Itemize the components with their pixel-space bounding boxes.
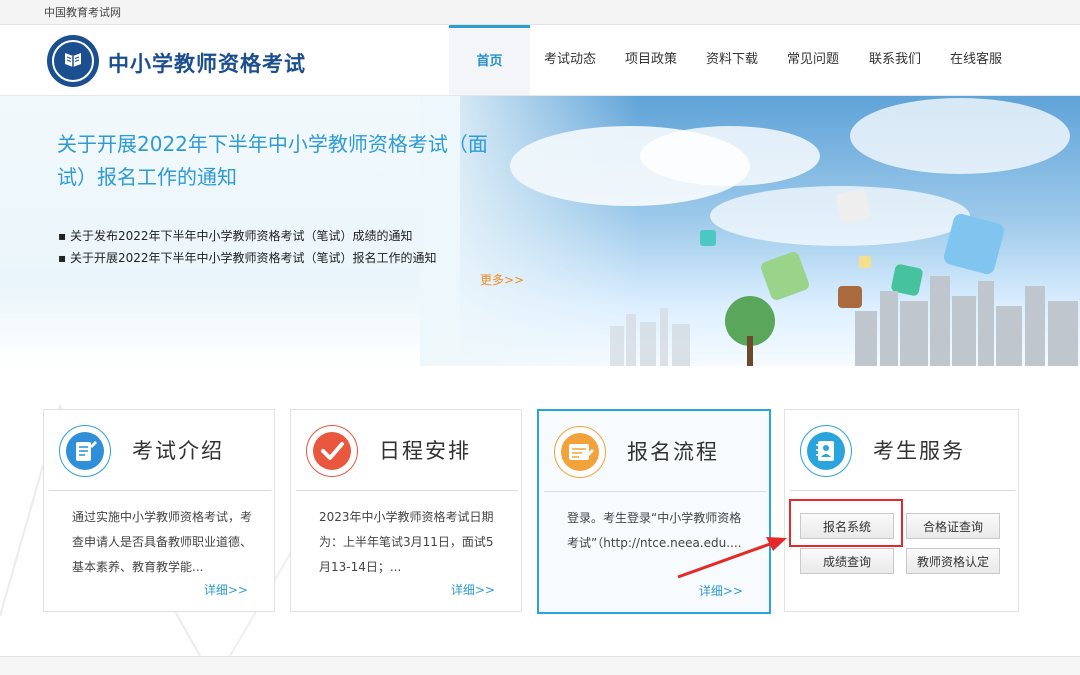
cube-icon bbox=[835, 188, 871, 224]
detail-link[interactable]: 详细>> bbox=[451, 581, 495, 598]
news-list: ▪ 关于发布2022年下半年中小学教师资格考试（笔试）成绩的通知 ▪ 关于开展2… bbox=[58, 225, 437, 269]
card-desc: 登录。考生登录“中小学教师资格考试”（http://ntce.neea.edu.… bbox=[567, 511, 742, 550]
header: 中小学教师资格考试 首页 考试动态 项目政策 资料下载 常见问题 联系我们 在线… bbox=[0, 25, 1080, 96]
banner-headline[interactable]: 关于开展2022年下半年中小学教师资格考试（面试）报名工作的通知 bbox=[57, 128, 507, 194]
detail-link[interactable]: 详细>> bbox=[699, 582, 743, 599]
nav-downloads[interactable]: 资料下载 bbox=[699, 25, 765, 95]
nav-home[interactable]: 首页 bbox=[449, 25, 530, 95]
document-icon bbox=[59, 425, 111, 477]
teacher-cert-button[interactable]: 教师资格认定 bbox=[906, 548, 1000, 574]
card-title: 考试介绍 bbox=[132, 439, 224, 463]
brown-cube-icon bbox=[838, 286, 862, 308]
site-name[interactable]: 中国教育考试网 bbox=[44, 4, 121, 20]
top-bar: 中国教育考试网 bbox=[0, 0, 1080, 25]
certificate-query-button[interactable]: 合格证查询 bbox=[906, 513, 1000, 539]
nav-project-policy[interactable]: 项目政策 bbox=[618, 25, 684, 95]
checkmark-icon bbox=[306, 425, 358, 477]
contacts-icon bbox=[800, 425, 852, 477]
banner: 关于开展2022年下半年中小学教师资格考试（面试）报名工作的通知 ▪ 关于发布2… bbox=[0, 96, 1080, 366]
highlight-box bbox=[789, 499, 903, 547]
card-desc: 2023年中小学教师资格考试日期为：上半年笔试3月11日，面试5月13-14日；… bbox=[319, 510, 494, 574]
detail-link[interactable]: 详细>> bbox=[204, 581, 248, 598]
card-title: 日程安排 bbox=[379, 439, 471, 463]
nav-online-service[interactable]: 在线客服 bbox=[943, 25, 1009, 95]
news-item[interactable]: ▪ 关于发布2022年下半年中小学教师资格考试（笔试）成绩的通知 bbox=[58, 225, 437, 247]
cards-section: 考试介绍 通过实施中小学教师资格考试，考查申请人是否具备教师职业道德、基本素养、… bbox=[0, 366, 1080, 656]
brand-title[interactable]: 中小学教师资格考试 bbox=[108, 48, 306, 78]
card-registration-process[interactable]: 报名流程 登录。考生登录“中小学教师资格考试”（http://ntce.neea… bbox=[537, 409, 771, 614]
logo[interactable] bbox=[47, 35, 99, 87]
book-icon bbox=[65, 53, 81, 67]
green-cube-icon bbox=[761, 252, 809, 300]
card-title: 考生服务 bbox=[873, 439, 965, 463]
card-desc: 通过实施中小学教师资格考试，考查申请人是否具备教师职业道德、基本素养、教育教学能… bbox=[72, 510, 253, 574]
small-cube-icon bbox=[700, 230, 716, 246]
score-query-button[interactable]: 成绩查询 bbox=[800, 548, 894, 574]
nav-contact[interactable]: 联系我们 bbox=[862, 25, 928, 95]
more-link[interactable]: 更多>> bbox=[480, 271, 524, 288]
card-exam-intro[interactable]: 考试介绍 通过实施中小学教师资格考试，考查申请人是否具备教师职业道德、基本素养、… bbox=[43, 409, 275, 612]
news-item[interactable]: ▪ 关于开展2022年下半年中小学教师资格考试（笔试）报名工作的通知 bbox=[58, 247, 437, 269]
card-schedule[interactable]: 日程安排 2023年中小学教师资格考试日期为：上半年笔试3月11日，面试5月13… bbox=[290, 409, 522, 612]
form-icon bbox=[554, 426, 606, 478]
card-title: 报名流程 bbox=[627, 440, 719, 464]
footer-strip bbox=[0, 656, 1080, 675]
nav-faq[interactable]: 常见问题 bbox=[780, 25, 846, 95]
nav-exam-news[interactable]: 考试动态 bbox=[537, 25, 603, 95]
